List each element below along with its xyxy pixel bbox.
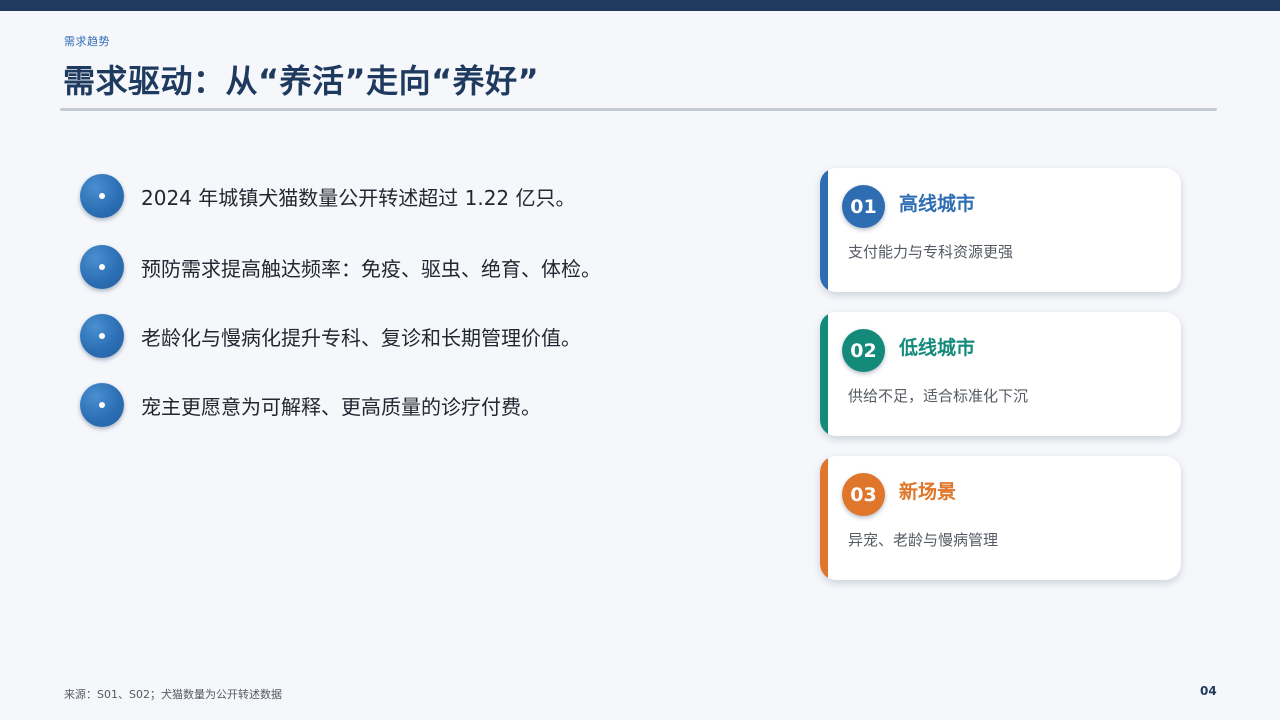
card-title: 高线城市	[899, 193, 976, 215]
bullet-text: 老龄化与慢病化提升专科、复诊和长期管理价值。	[141, 325, 581, 350]
bullet-item: 老龄化与慢病化提升专科、复诊和长期管理价值。	[80, 314, 581, 358]
card-description: 支付能力与专科资源更强	[848, 243, 1014, 261]
bullet-dot-icon	[80, 245, 124, 289]
bullet-dot-icon	[80, 314, 124, 358]
page-title: 需求驱动：从“养活”走向“养好”	[63, 62, 540, 100]
top-bar	[0, 0, 1280, 11]
card-title: 低线城市	[899, 337, 976, 359]
card-description: 供给不足，适合标准化下沉	[848, 387, 1029, 405]
card-accent-bar	[820, 168, 828, 292]
bullet-text: 预防需求提高触达频率：免疫、驱虫、绝育、体检。	[141, 256, 601, 281]
card-accent-bar	[820, 456, 828, 580]
card-number-badge: 01	[842, 185, 885, 228]
page-number: 04	[1200, 684, 1217, 698]
card-title: 新场景	[899, 481, 957, 503]
card-number-badge: 02	[842, 329, 885, 372]
card-new-scenarios: 03 新场景 异宠、老龄与慢病管理	[820, 456, 1181, 580]
bullet-dot-icon	[80, 174, 124, 218]
card-high-tier-cities: 01 高线城市 支付能力与专科资源更强	[820, 168, 1181, 292]
card-number-badge: 03	[842, 473, 885, 516]
card-low-tier-cities: 02 低线城市 供给不足，适合标准化下沉	[820, 312, 1181, 436]
bullet-item: 宠主更愿意为可解释、更高质量的诊疗付费。	[80, 383, 541, 427]
bullet-dot-icon	[80, 383, 124, 427]
section-tag: 需求趋势	[64, 35, 110, 48]
bullet-item: 2024 年城镇犬猫数量公开转述超过 1.22 亿只。	[80, 174, 576, 218]
bullet-item: 预防需求提高触达频率：免疫、驱虫、绝育、体检。	[80, 245, 601, 289]
footer-source-note: 来源：S01、S02；犬猫数量为公开转述数据	[64, 688, 282, 701]
card-description: 异宠、老龄与慢病管理	[848, 531, 999, 549]
bullet-text: 宠主更愿意为可解释、更高质量的诊疗付费。	[141, 394, 541, 419]
card-accent-bar	[820, 312, 828, 436]
title-divider	[60, 108, 1217, 111]
bullet-text: 2024 年城镇犬猫数量公开转述超过 1.22 亿只。	[141, 185, 576, 210]
